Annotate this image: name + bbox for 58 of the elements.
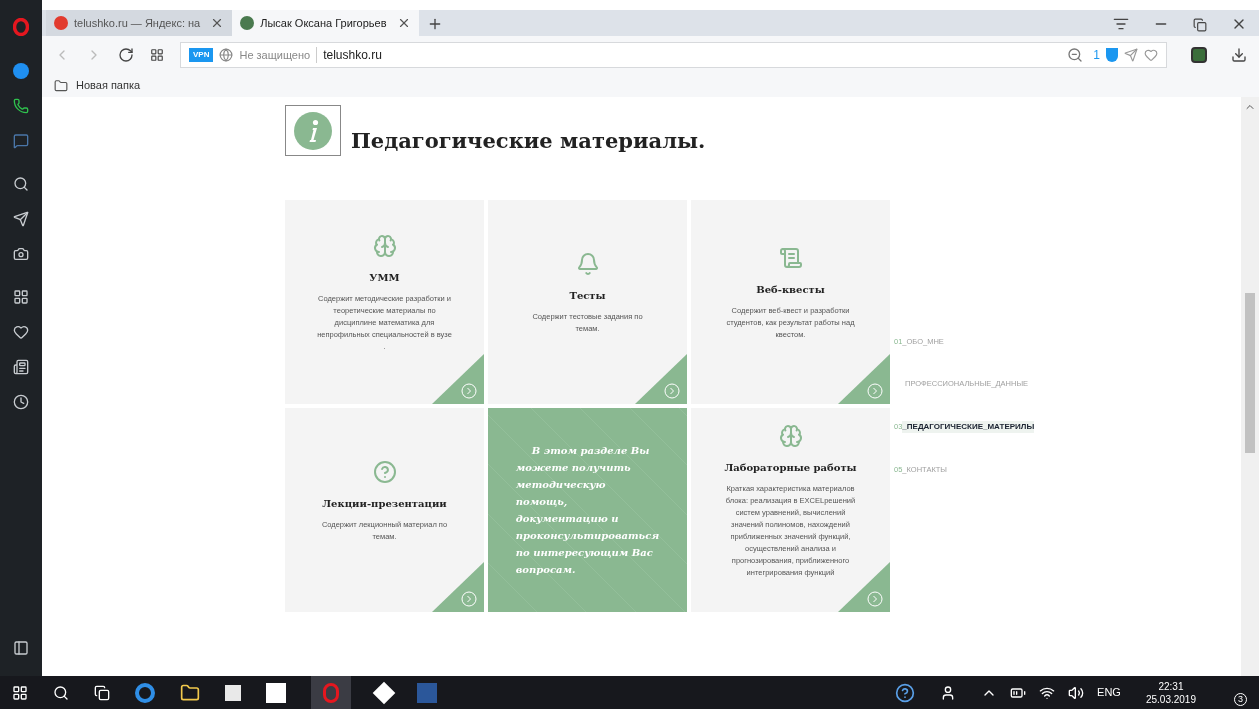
tab-title: telushko.ru — Яндекс: на [74,15,202,31]
security-label[interactable]: Не защищено [239,46,318,64]
bell-icon [575,252,600,276]
question-icon [372,460,397,484]
start-icon[interactable] [12,684,28,701]
card-title: Тесты [569,289,606,303]
globe-icon [219,48,234,62]
reload-icon[interactable] [118,47,134,63]
card-title: Лабораторные работы [724,461,857,475]
section-nav-link[interactable]: _ПЕДАГОГИЧЕСКИЕ_МАТЕРИЛЫ [902,420,1035,433]
notifications-button[interactable]: 3 [1221,679,1247,706]
url-text: telushko.ru [323,47,382,64]
history-icon[interactable] [13,394,29,410]
panel-toggle-icon[interactable] [13,640,29,656]
promo-text: В этом разделе Вы можете получить методическую помощь, документацию и проконсультироваться по интересующим Вас вопросам. [514,443,661,577]
tab-title: Лысак Оксана Григорьев [260,15,388,31]
bookmark-folder[interactable]: Новая папка [54,77,141,94]
section-heading: Педагогические материалы. [351,127,706,155]
zoom-out-icon[interactable] [1067,47,1084,63]
chat-icon[interactable] [13,133,29,149]
brain-icon [778,424,803,448]
language-indicator[interactable]: ENG [1097,684,1121,701]
speed-dial-icon[interactable] [150,48,164,62]
clock-time[interactable]: 22:31 [1158,679,1184,693]
card-title: Лекции-презентации [322,497,447,511]
bookmark-label[interactable]: Новая папка [76,77,141,94]
volume-icon[interactable] [1068,684,1085,701]
folder-icon [54,78,68,93]
category-card[interactable] [691,407,890,612]
address-field[interactable]: VPN Не защищено telushko.ru 1 [180,42,1167,68]
blocked-count: 1 [1093,47,1100,64]
help-icon[interactable] [895,682,916,703]
browser-logo-icon[interactable] [13,18,29,36]
send-icon[interactable] [13,211,29,227]
card-title: Веб-квесты [756,283,825,297]
scroll-thumb[interactable] [1245,293,1255,453]
favicon-icon [240,16,255,30]
news-icon[interactable] [13,359,29,375]
restore-icon[interactable] [1193,18,1207,32]
tab-menu-icon[interactable] [1113,16,1129,32]
task-view-icon[interactable] [94,684,110,701]
search-icon[interactable] [13,176,29,192]
clock-date[interactable]: 25.03.2019 [1145,692,1196,706]
camera-icon[interactable] [13,246,29,262]
download-icon[interactable] [1231,47,1247,63]
info-icon [285,105,341,157]
scroll-icon [778,246,803,270]
browser-tab[interactable]: Лысак Оксана Григорьев [232,10,419,36]
scrollbar[interactable] [1241,97,1259,676]
folder-app-icon[interactable] [180,682,200,703]
grid-icon[interactable] [13,289,29,305]
card-title: УММ [369,271,400,285]
search-icon[interactable] [53,684,69,701]
heart-icon[interactable] [13,324,29,340]
favicon-icon [54,16,68,30]
shield-icon[interactable] [1106,48,1118,62]
browser-tab[interactable]: telushko.ru — Яндекс: на [46,10,233,36]
phone-chat-icon[interactable] [13,98,29,114]
